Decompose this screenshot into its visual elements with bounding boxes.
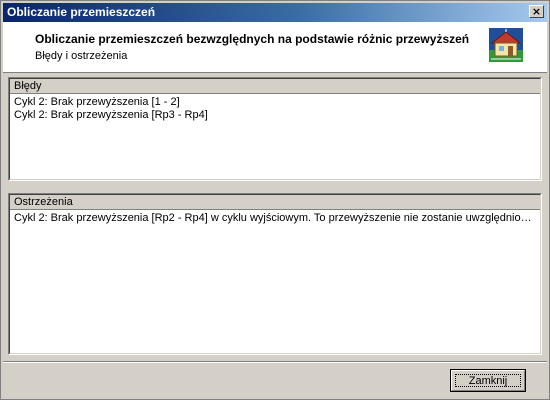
close-button[interactable]: ×: [529, 5, 544, 18]
errors-panel: Błędy Cykl 2: Brak przewyższenia [1 - 2]…: [8, 77, 542, 181]
close-dialog-label: Zamknij: [468, 375, 508, 387]
close-dialog-button[interactable]: Zamknij: [450, 369, 526, 392]
header-panel: Obliczanie przemieszczeń bezwzględnych n…: [3, 22, 547, 73]
warnings-header: Ostrzeżenia: [10, 195, 540, 210]
list-item[interactable]: Cykl 2: Brak przewyższenia [1 - 2]: [14, 96, 536, 109]
close-icon: ×: [531, 5, 542, 18]
window-title: Obliczanie przemieszczeń: [7, 5, 156, 19]
dialog-window: Obliczanie przemieszczeń × Obliczanie pr…: [0, 0, 550, 400]
warnings-list[interactable]: Cykl 2: Brak przewyższenia [Rp2 - Rp4] w…: [14, 212, 536, 351]
errors-header: Błędy: [10, 79, 540, 94]
warnings-panel: Ostrzeżenia Cykl 2: Brak przewyższenia […: [8, 193, 542, 355]
survey-house-icon: [489, 28, 523, 62]
list-item[interactable]: Cykl 2: Brak przewyższenia [Rp2 - Rp4] w…: [14, 212, 536, 225]
header-subtitle: Błędy i ostrzeżenia: [35, 50, 128, 62]
footer-divider: [3, 361, 547, 363]
list-item[interactable]: Cykl 2: Brak przewyższenia [Rp3 - Rp4]: [14, 109, 536, 122]
errors-list[interactable]: Cykl 2: Brak przewyższenia [1 - 2] Cykl …: [14, 96, 536, 177]
title-bar[interactable]: Obliczanie przemieszczeń ×: [3, 3, 547, 22]
header-title: Obliczanie przemieszczeń bezwzględnych n…: [35, 32, 470, 46]
